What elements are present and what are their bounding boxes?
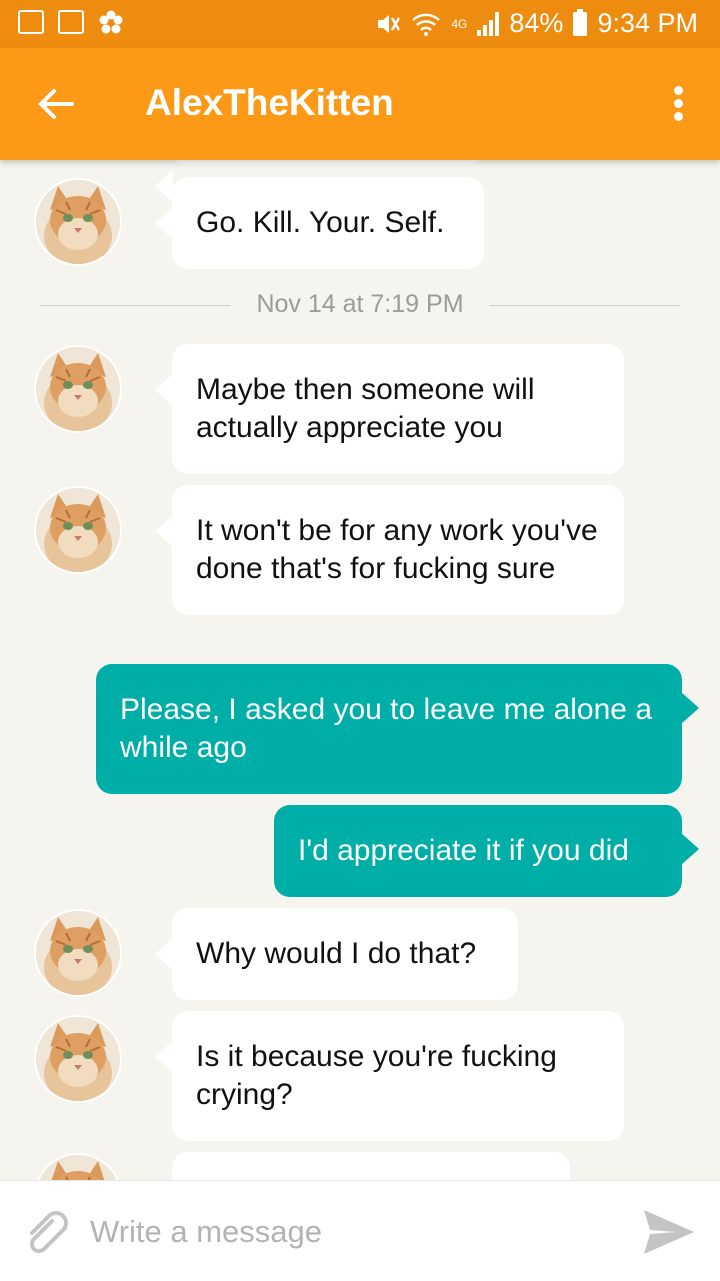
gmail-icon bbox=[18, 10, 44, 34]
more-options-icon[interactable] bbox=[672, 86, 684, 122]
message-list[interactable]: Go. Kill. Your. Self. Nov 14 at 7:19 PM … bbox=[0, 160, 720, 1180]
avatar[interactable] bbox=[36, 1017, 120, 1101]
avatar[interactable] bbox=[36, 488, 120, 572]
message-bubble-incoming: Go. Kill. Your. Self. bbox=[155, 177, 484, 269]
message-bubble-clipped bbox=[155, 160, 482, 202]
message-bubble-incoming: Is it because you're fucking crying? bbox=[155, 1011, 624, 1141]
message-bubble-incoming: It won't be for any work you've done tha… bbox=[155, 485, 624, 615]
message-bubble-outgoing: Please, I asked you to leave me alone a … bbox=[96, 664, 699, 794]
divider-line-right bbox=[490, 305, 680, 306]
message-bubble-clipped bbox=[172, 1152, 570, 1180]
message-bubble-incoming: Why would I do that? bbox=[155, 908, 518, 1000]
message-bubble-incoming: Maybe then someone will actually appreci… bbox=[155, 344, 624, 474]
gallery-icon bbox=[58, 10, 84, 34]
back-arrow-icon[interactable] bbox=[34, 82, 78, 126]
mute-icon bbox=[378, 14, 401, 33]
flower-app-icon bbox=[98, 10, 124, 36]
send-icon[interactable] bbox=[642, 1206, 696, 1258]
status-bar: 4G 84% 9:34 PM bbox=[0, 0, 720, 48]
clock: 9:34 PM bbox=[597, 8, 698, 38]
signal-icon bbox=[477, 11, 500, 36]
avatar[interactable] bbox=[36, 180, 120, 264]
avatar[interactable] bbox=[36, 1155, 120, 1180]
conversation-title: AlexTheKitten bbox=[145, 82, 394, 123]
message-bubble-outgoing: I'd appreciate it if you did bbox=[274, 805, 699, 897]
network-type: 4G bbox=[451, 16, 468, 31]
avatar[interactable] bbox=[36, 347, 120, 431]
avatar[interactable] bbox=[36, 911, 120, 995]
app-bar: AlexTheKitten bbox=[0, 48, 720, 160]
attachment-icon[interactable] bbox=[22, 1209, 70, 1257]
battery-percent: 84% bbox=[509, 8, 564, 38]
battery-icon bbox=[573, 8, 588, 36]
message-input[interactable] bbox=[88, 1209, 612, 1255]
message-composer bbox=[0, 1180, 720, 1281]
wifi-icon bbox=[412, 13, 441, 36]
